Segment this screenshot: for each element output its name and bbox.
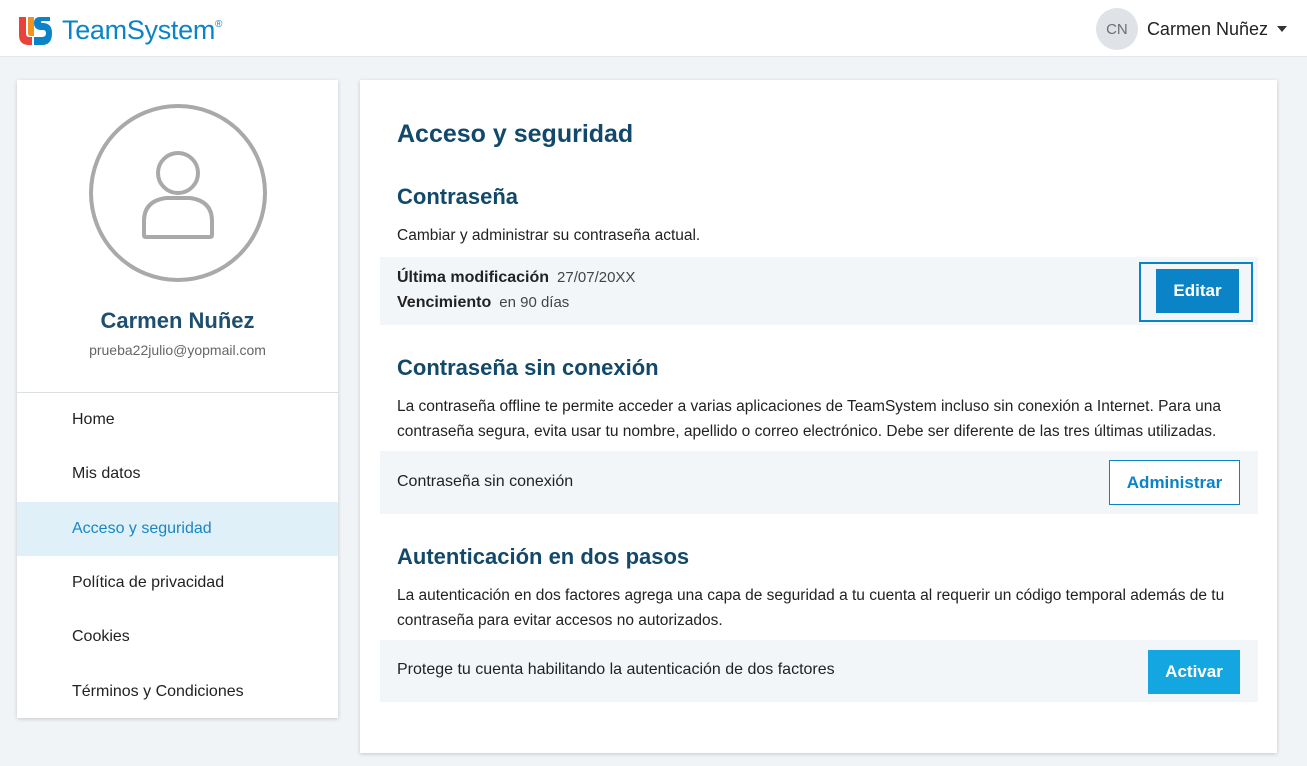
profile-name: Carmen Nuñez	[100, 308, 255, 333]
password-description: Cambiar y administrar su contraseña actu…	[397, 227, 701, 244]
top-bar: TeamSystem® CN Carmen Nuñez	[0, 0, 1307, 57]
sidebar-item-terminos[interactable]: Términos y Condiciones	[17, 664, 338, 718]
two-factor-panel: Protege tu cuenta habilitando la autenti…	[380, 640, 1258, 702]
password-section-title: Contraseña	[397, 184, 519, 209]
activate-button[interactable]: Activar	[1148, 650, 1240, 694]
edit-button[interactable]: Editar	[1156, 269, 1239, 313]
two-factor-section-title: Autenticación en dos pasos	[397, 544, 690, 569]
teamsystem-logo[interactable]: TeamSystem®	[16, 11, 222, 49]
offline-description-line1: La contraseña offline te permite acceder…	[397, 398, 1221, 415]
registered-mark: ®	[215, 18, 223, 30]
last-modified-value: 27/07/20XX	[557, 269, 636, 286]
two-factor-description-line1: La autenticación en dos factores agrega …	[397, 587, 1225, 604]
offline-panel: Contraseña sin conexión Administrar	[380, 451, 1258, 514]
sidebar: Carmen Nuñez prueba22julio@yopmail.com H…	[17, 80, 338, 718]
sidebar-item-cookies[interactable]: Cookies	[17, 610, 338, 664]
offline-section-title: Contraseña sin conexión	[397, 355, 659, 380]
user-menu[interactable]: CN Carmen Nuñez	[1095, 8, 1287, 50]
profile-email: prueba22julio@yopmail.com	[89, 342, 266, 358]
teamsystem-logo-icon	[19, 17, 52, 45]
password-panel: Última modificación 27/07/20XX Vencimient…	[380, 257, 1258, 325]
offline-panel-label: Contraseña sin conexión	[397, 473, 574, 490]
sidebar-item-home[interactable]: Home	[17, 393, 338, 447]
profile-picture	[89, 104, 267, 282]
offline-description-line2: contraseña segura, evita usar tu nombre,…	[397, 423, 1217, 440]
chevron-down-icon[interactable]	[1277, 26, 1287, 32]
expiry-row: Vencimiento en 90 días	[397, 294, 569, 312]
expiry-label: Vencimiento	[397, 294, 492, 311]
last-modified-row: Última modificación 27/07/20XX	[397, 269, 635, 287]
sidebar-nav: Home Mis datos Acceso y seguridad Políti…	[17, 393, 338, 719]
sidebar-item-acceso-seguridad[interactable]: Acceso y seguridad	[17, 501, 338, 556]
two-factor-panel-label: Protege tu cuenta habilitando la autenti…	[397, 661, 835, 678]
sidebar-item-mis-datos[interactable]: Mis datos	[17, 447, 338, 501]
user-name[interactable]: Carmen Nuñez	[1147, 19, 1268, 40]
expiry-value: en 90 días	[499, 294, 570, 311]
last-modified-label: Última modificación	[397, 269, 550, 286]
page-title: Acceso y seguridad	[397, 120, 634, 148]
two-factor-description-line2: contraseña para evitar accesos no autori…	[397, 612, 723, 629]
manage-button[interactable]: Administrar	[1109, 460, 1240, 505]
avatar[interactable]: CN	[1095, 8, 1138, 50]
main-card: Acceso y seguridad Contraseña Cambiar y …	[360, 80, 1277, 753]
sidebar-item-politica-privacidad[interactable]: Política de privacidad	[17, 556, 338, 610]
user-icon	[142, 151, 214, 239]
brand-name-text: TeamSystem	[62, 14, 216, 45]
brand-name: TeamSystem®	[62, 15, 222, 46]
